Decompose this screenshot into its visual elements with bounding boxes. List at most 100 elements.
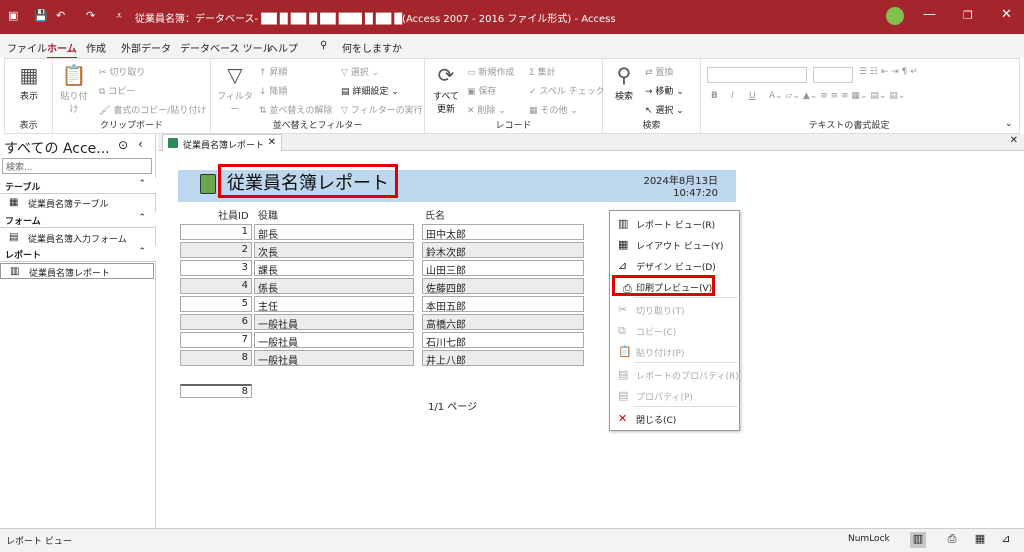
bold-button[interactable]: B: [711, 91, 718, 101]
record-count: 8: [180, 384, 252, 398]
replace-button[interactable]: ⇄ 置換: [645, 65, 673, 78]
find-button[interactable]: ⚲ 検索: [609, 63, 639, 102]
more-button[interactable]: ▦ その他 ⌄: [529, 103, 578, 116]
menu-separator: [634, 362, 738, 363]
design-view-button[interactable]: ⊿: [998, 532, 1014, 548]
context-menu-item[interactable]: ▦ レイアウト ビュー(Y): [610, 234, 739, 255]
context-menu-item[interactable]: ⊿ デザイン ビュー(D): [610, 255, 739, 276]
copy-button[interactable]: ⧉ コピー: [99, 84, 135, 97]
collapse-nav-icon[interactable]: ‹: [138, 137, 143, 151]
clipboard-group: 📋 貼り付け ✂ 切り取り ⧉ コピー 🖌 書式のコピー/貼り付け クリップボード: [53, 59, 211, 133]
nav-item-employee-form[interactable]: ▤ 従業員名簿入力フォーム: [0, 230, 154, 246]
nav-section-tables[interactable]: テーブル ⌃: [0, 178, 156, 194]
tab-database-tools[interactable]: データベース ツール: [180, 40, 273, 55]
context-menu-item: ✂ 切り取り(T): [610, 299, 739, 320]
close-tab-icon[interactable]: ✕: [268, 137, 276, 148]
page-indicator: 1/1 ページ: [428, 402, 478, 413]
context-menu-item: ▤ レポートのプロパティ(R): [610, 364, 739, 385]
font-size-select[interactable]: [813, 67, 853, 83]
find-group-label: 検索: [642, 121, 661, 131]
select-button[interactable]: ↖ 選択 ⌄: [645, 103, 684, 116]
text-color-icons[interactable]: A⌄ ▱⌄ ▲⌄ ≡ ≡ ≡ ▦⌄ ▤⌄ ▤⌄: [769, 91, 905, 101]
tab-create[interactable]: 作成: [86, 40, 106, 55]
nav-section-reports[interactable]: レポート ⌃: [0, 246, 156, 262]
collapse-ribbon-icon[interactable]: ⌄: [1005, 119, 1013, 129]
new-record-button[interactable]: ▭ 新規作成: [467, 65, 514, 78]
save-icon[interactable]: 💾: [34, 9, 48, 22]
clear-sort-button[interactable]: ⇅ 並べ替えの解除: [259, 103, 332, 116]
sort-ascending-button[interactable]: ↑ 昇順: [259, 65, 287, 78]
italic-button[interactable]: I: [731, 91, 734, 101]
column-header-id: 社員ID: [218, 211, 249, 222]
employee-id-cell: 1: [180, 224, 252, 240]
menu-separator: [634, 297, 738, 298]
paste-button[interactable]: 📋 貼り付け: [57, 63, 91, 115]
spelling-button[interactable]: ✓ スペル チェック: [529, 84, 605, 97]
restore-icon[interactable]: ❐: [963, 9, 973, 22]
list-icons[interactable]: ☰ ☷ ⇤ ⇥ ¶ ↵: [859, 67, 918, 77]
tab-employee-report[interactable]: 従業員名簿レポート ✕: [162, 134, 282, 151]
selection-button[interactable]: ▽ 選択 ⌄: [341, 65, 379, 78]
tell-me-search[interactable]: 何をしますか: [342, 40, 402, 55]
nav-search-input[interactable]: 検索...: [2, 158, 152, 174]
nav-item-employee-table[interactable]: ▦ 従業員名簿テーブル: [0, 195, 154, 211]
customize-qat-icon[interactable]: ⩡: [116, 9, 122, 23]
context-menu-label: レポートのプロパティ(R): [636, 372, 739, 382]
context-menu-label: 印刷プレビュー(V): [636, 284, 713, 294]
delete-record-button[interactable]: ✕ 削除 ⌄: [467, 103, 506, 116]
cut-button[interactable]: ✂ 切り取り: [99, 65, 145, 78]
layout-view-button[interactable]: ▦: [972, 532, 988, 548]
nav-item-employee-report[interactable]: ▥ 従業員名簿レポート: [0, 263, 154, 279]
document-tabs: 従業員名簿レポート ✕ ✕: [158, 134, 1024, 151]
numlock-indicator: NumLock: [848, 534, 890, 544]
tab-file[interactable]: ファイル: [7, 40, 47, 55]
print-preview-button[interactable]: ⎙: [944, 532, 960, 548]
window-title: 従業員名簿：データベース- ██ █ ██ █ ██ ███ █ ██ █(Ac…: [135, 14, 616, 25]
context-menu-item[interactable]: ⎙ 印刷プレビュー(V): [612, 275, 715, 296]
employee-id-cell: 2: [180, 242, 252, 258]
sort-filter-group: ▽ フィルター ↑ 昇順 ↓ 降順 ⇅ 並べ替えの解除 ▽ 選択 ⌄ ▤ 詳細設定…: [211, 59, 425, 133]
toggle-filter-button[interactable]: ▽ フィルターの実行: [341, 103, 423, 116]
tab-home[interactable]: ホーム: [47, 40, 77, 59]
report-date: 2024年8月13日: [643, 176, 718, 187]
tab-help[interactable]: ヘルプ: [268, 40, 298, 55]
advanced-button[interactable]: ▤ 詳細設定 ⌄: [341, 84, 399, 97]
underline-button[interactable]: U: [749, 91, 756, 101]
employee-id-cell: 3: [180, 260, 252, 276]
redo-icon[interactable]: ↷: [86, 9, 95, 22]
filter-button[interactable]: ▽ フィルター: [215, 63, 255, 115]
properties-icon: ▤: [618, 389, 629, 402]
close-document-icon[interactable]: ✕: [1010, 135, 1018, 146]
tab-external-data[interactable]: 外部データ: [121, 40, 171, 55]
name-cell: 高橋六郎: [422, 314, 584, 331]
table-row: 5 主任 本田五郎: [178, 296, 584, 313]
font-name-select[interactable]: [707, 67, 807, 83]
close-icon[interactable]: ✕: [1001, 7, 1012, 22]
access-app-icon[interactable]: ▣: [8, 9, 18, 22]
position-cell: 係長: [254, 278, 414, 295]
minimize-icon[interactable]: —: [923, 7, 936, 22]
goto-button[interactable]: → 移動 ⌄: [645, 84, 684, 97]
save-record-button[interactable]: ▣ 保存: [467, 84, 496, 97]
position-cell: 主任: [254, 296, 414, 313]
employee-id-cell: 8: [180, 350, 252, 366]
nav-options-icon[interactable]: ⊙: [118, 138, 128, 152]
nav-section-forms[interactable]: フォーム ⌃: [0, 212, 156, 228]
view-group: ▦ 表示 表示: [5, 59, 53, 133]
context-menu-item[interactable]: ✕ 閉じる(C): [610, 408, 739, 429]
avatar[interactable]: [886, 7, 904, 25]
records-group: ⟳ すべて更新 ▭ 新規作成 ▣ 保存 ✕ 削除 ⌄ Σ 集計 ✓ スペル チェッ…: [425, 59, 605, 133]
context-menu-item[interactable]: ▥ レポート ビュー(R): [610, 213, 739, 234]
view-button[interactable]: ▦ 表示: [11, 63, 47, 102]
layout-view-icon: ▦: [618, 238, 629, 251]
sort-descending-button[interactable]: ↓ 降順: [259, 84, 287, 97]
refresh-all-button[interactable]: ⟳ すべて更新: [429, 63, 463, 115]
report-view-button[interactable]: ▥: [910, 532, 926, 548]
copy-icon: ⧉: [618, 324, 626, 337]
print-preview-icon: ⎙: [623, 282, 632, 295]
nav-pane-header[interactable]: すべての Acce...: [4, 138, 110, 158]
undo-icon[interactable]: ↶: [56, 9, 65, 22]
format-painter-button[interactable]: 🖌 書式のコピー/貼り付け: [99, 103, 206, 116]
name-cell: 佐藤四郎: [422, 278, 584, 295]
totals-button[interactable]: Σ 集計: [529, 65, 556, 78]
